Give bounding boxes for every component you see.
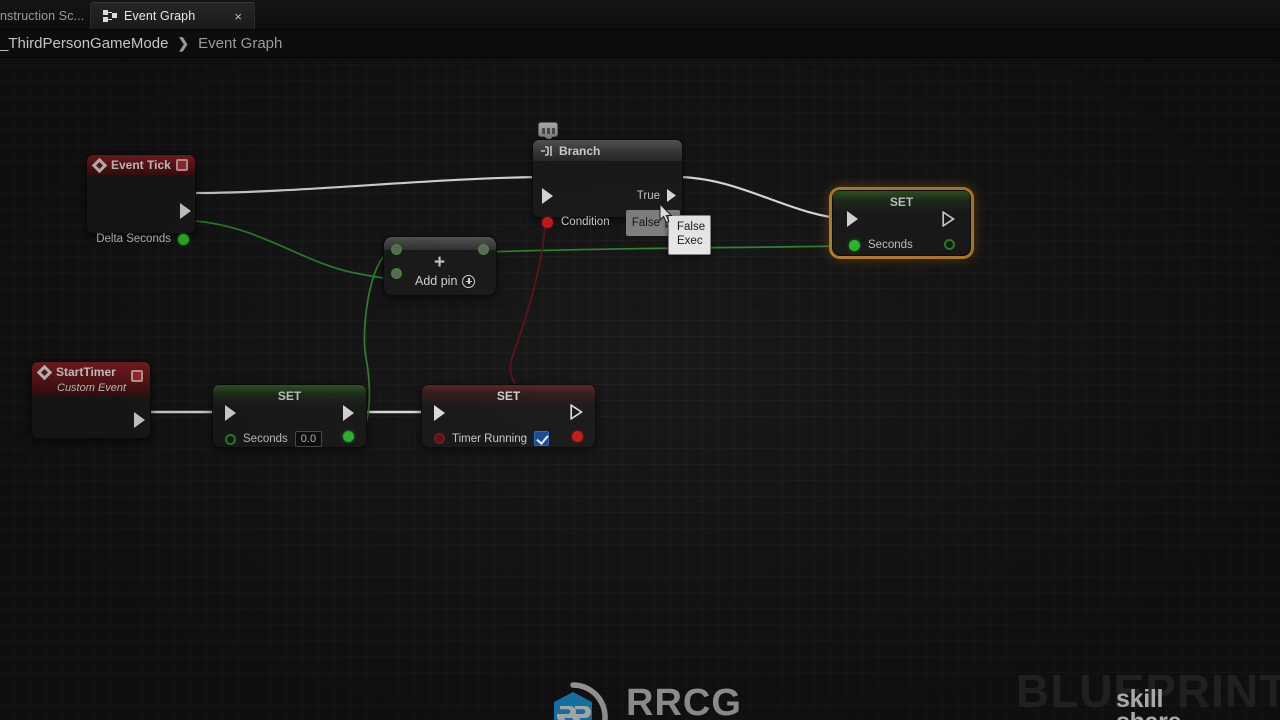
pin-seconds-in[interactable] [849, 239, 860, 251]
pin-label-delta-seconds: Delta Seconds [96, 233, 171, 245]
pin-exec-out[interactable] [942, 210, 956, 232]
pin-exec-out[interactable] [570, 403, 583, 425]
timer-running-checkbox[interactable] [534, 431, 549, 446]
node-add-float[interactable]: + Add pin [383, 236, 497, 296]
event-badge-icon [131, 370, 143, 382]
node-title: StartTimer [56, 365, 116, 379]
tab-label: nstruction Sc... [0, 8, 85, 23]
node-event-tick[interactable]: Event Tick Delta Seconds [86, 154, 196, 245]
pin-exec-in[interactable] [542, 188, 553, 204]
tab-bar: nstruction Sc... Event Graph × [0, 0, 1280, 30]
pin-timer-running-in[interactable] [434, 433, 445, 444]
pin-label-true: True [636, 189, 660, 202]
node-title: Event Tick [111, 158, 171, 172]
pin-label-false: False [631, 217, 660, 229]
pin-exec-true[interactable] [666, 188, 677, 203]
breadcrumb: _ThirdPersonGameMode ❯ Event Graph Zoom … [0, 30, 1280, 82]
node-set-seconds-right[interactable]: SET Seconds [832, 190, 971, 256]
pin-tooltip: False Exec [668, 215, 711, 255]
watermark-rrcg: RRCG 人人素材 [534, 678, 742, 720]
skillshare-line-2: share. [1116, 710, 1188, 720]
rrcg-en-label: RRCG [626, 681, 742, 720]
tooltip-line-1: False [677, 221, 706, 233]
graph-canvas[interactable]: Event Tick Delta Seconds Branch True Con… [0, 58, 1280, 720]
wire-float-add-to-set-seconds [485, 245, 849, 253]
mouse-cursor [659, 202, 673, 224]
add-plus-symbol: + [434, 252, 446, 273]
node-title: SET [496, 389, 521, 403]
pin-seconds-out[interactable] [944, 239, 955, 250]
pin-exec-in[interactable] [225, 405, 236, 421]
node-body: + Add pin [384, 244, 496, 296]
node-start-timer-event[interactable]: StartTimer Custom Event [31, 361, 151, 439]
tooltip-line-2: Exec [677, 235, 703, 248]
close-icon[interactable]: × [216, 10, 242, 23]
node-header: SET [213, 385, 366, 407]
tab-construction-script[interactable]: nstruction Sc... [0, 2, 96, 29]
node-set-seconds-left[interactable]: SET Seconds 0.0 [212, 384, 367, 448]
rrcg-logo-icon [534, 678, 612, 720]
pin-exec-out[interactable] [134, 412, 145, 428]
breadcrumb-root[interactable]: _ThirdPersonGameMode [0, 35, 168, 52]
pin-add-input-a[interactable] [391, 244, 402, 255]
pin-label-seconds: Seconds [868, 239, 913, 251]
wire-exec-tick-to-branch [191, 175, 543, 195]
rrcg-text: RRCG 人人素材 [626, 684, 742, 720]
breadcrumb-current[interactable]: Event Graph [198, 35, 282, 52]
add-pin-icon[interactable] [462, 274, 476, 288]
node-body: Delta Seconds [87, 175, 195, 245]
add-pin-button[interactable]: Add pin [415, 274, 476, 288]
branch-icon [540, 145, 553, 157]
node-body: Timer Running [422, 403, 595, 447]
tab-event-graph[interactable]: Event Graph × [90, 2, 255, 29]
node-title: SET [889, 195, 914, 209]
pin-seconds-in[interactable] [225, 433, 236, 445]
node-body: Seconds 0.0 [213, 405, 366, 447]
pin-add-input-b[interactable] [391, 268, 402, 279]
node-header: SET [833, 191, 970, 213]
pin-label-condition: Condition [561, 216, 610, 228]
event-diamond-icon [36, 364, 53, 381]
add-pin-label: Add pin [415, 274, 458, 288]
pin-exec-in[interactable] [434, 405, 445, 421]
node-title: SET [277, 389, 302, 403]
pin-delta-seconds[interactable] [178, 233, 189, 245]
graph-icon [103, 10, 117, 22]
event-badge-icon [176, 159, 188, 171]
node-subtitle: Custom Event [57, 382, 127, 394]
pin-label-timer-running: Timer Running [452, 432, 527, 445]
node-set-timer-running[interactable]: SET Timer Running [421, 384, 596, 448]
watermark-skillshare: skill share. [1116, 687, 1188, 720]
node-body [32, 396, 150, 440]
tab-label: Event Graph [124, 9, 196, 23]
seconds-value-field[interactable]: 0.0 [294, 431, 323, 447]
event-diamond-icon [91, 157, 108, 173]
node-row-delta-seconds: Delta Seconds [96, 227, 189, 251]
node-header: Event Tick [87, 155, 195, 175]
pin-add-output[interactable] [478, 244, 489, 255]
pin-exec-out[interactable] [180, 203, 191, 219]
wire-float-delta-to-add [181, 219, 393, 280]
wire-exec-branch-true-to-set [675, 175, 849, 221]
blueprint-editor-window: nstruction Sc... Event Graph × _ThirdPer… [0, 0, 1280, 720]
pin-exec-in[interactable] [847, 211, 858, 227]
node-body: Seconds [833, 210, 970, 255]
chevron-right-icon: ❯ [177, 35, 190, 51]
comment-bubble-icon[interactable] [538, 122, 558, 141]
pin-exec-out[interactable] [343, 405, 354, 421]
pin-label-seconds: Seconds [243, 433, 288, 445]
pin-seconds-out[interactable] [343, 431, 354, 442]
pin-timer-running-out[interactable] [572, 431, 583, 442]
node-header: Branch [533, 140, 682, 161]
node-title: Branch [559, 143, 601, 158]
pin-condition[interactable] [542, 216, 553, 228]
